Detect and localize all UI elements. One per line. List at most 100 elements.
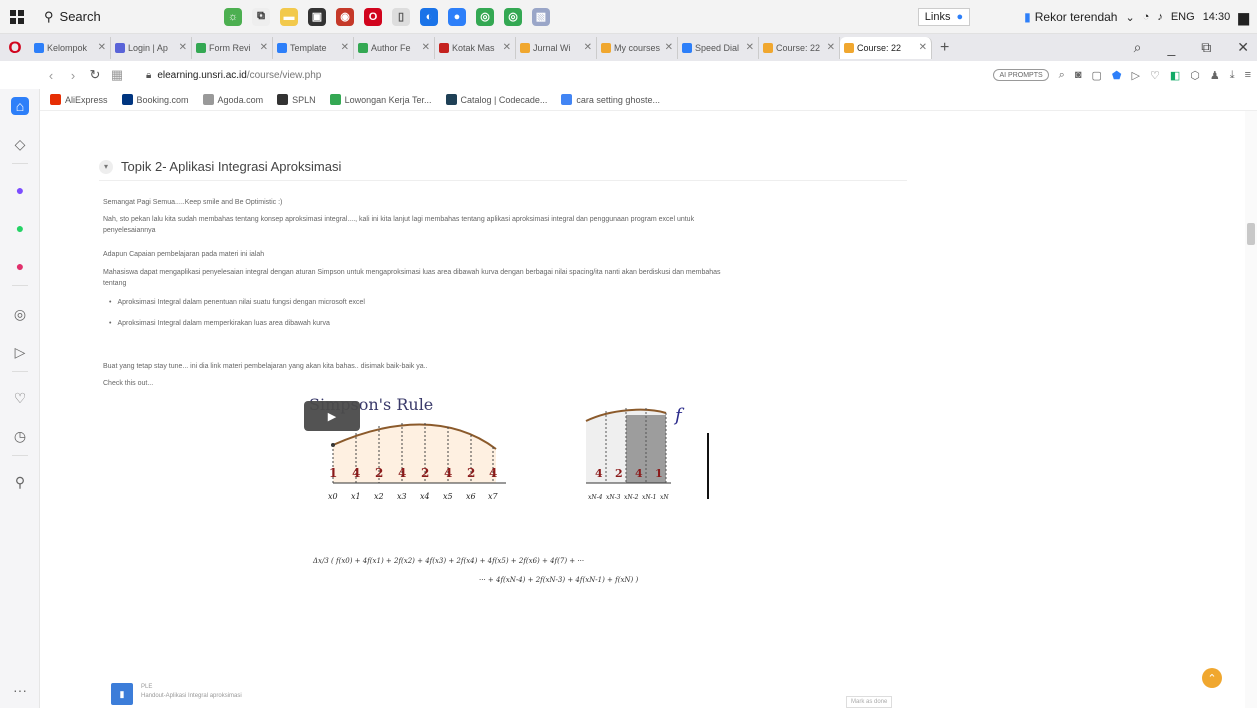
bookmark-favicon-icon: [329, 94, 341, 105]
volume-icon[interactable]: ♪: [1157, 11, 1163, 23]
task-view-icon[interactable]: ⧉: [252, 7, 270, 26]
heart-icon[interactable]: ♡: [11, 389, 29, 407]
history-icon[interactable]: ◷: [11, 427, 29, 445]
tab-search-icon[interactable]: ⌕: [1134, 39, 1142, 56]
notification-icon[interactable]: ▆: [1238, 9, 1249, 26]
taskbar-search[interactable]: ⚲ Search: [38, 4, 188, 30]
snapshot-icon[interactable]: ◙: [1075, 69, 1082, 81]
close-icon[interactable]: ✕: [919, 42, 927, 53]
easy-setup-icon[interactable]: ≡: [1245, 69, 1251, 81]
browser-tab[interactable]: Login | Ap ✕: [111, 36, 192, 59]
close-icon[interactable]: ✕: [746, 42, 754, 53]
bookmark-item[interactable]: Catalog | Codecade...: [445, 94, 547, 105]
flow-icon[interactable]: ▷: [11, 343, 29, 361]
browser-tab[interactable]: Speed Dial ✕: [678, 36, 759, 59]
vpn-shield-icon[interactable]: ⬟: [1112, 69, 1122, 82]
right-graph: f 4 2 4 1 xN-4 xN-3 xN-2 xN-1 xN: [585, 405, 709, 501]
browser-tab[interactable]: Author Fe ✕: [354, 36, 435, 59]
bookmark-item[interactable]: AliExpress: [50, 94, 108, 105]
windows-start-icon[interactable]: [0, 0, 34, 34]
instagram-icon[interactable]: ●: [11, 257, 29, 275]
close-icon[interactable]: ✕: [422, 42, 430, 53]
music-player-icon[interactable]: ◎: [11, 305, 29, 323]
paragraph: tentang: [103, 280, 127, 287]
links-toolbar[interactable]: Links ●: [917, 8, 971, 26]
scroll-thumb[interactable]: [1247, 223, 1255, 245]
file-resource[interactable]: ▮ PLE Handout-Aplikasi Integral aproksim…: [111, 683, 242, 705]
weight-label: 4: [595, 467, 603, 480]
home-icon[interactable]: ⌂: [11, 97, 29, 115]
url-field[interactable]: 🔒︎ elearning.unsri.ac.id/course/view.php: [146, 70, 321, 81]
browser-tab[interactable]: Template ✕: [273, 36, 354, 59]
whatsapp-icon[interactable]: ●: [11, 219, 29, 237]
clock[interactable]: 14:30: [1203, 11, 1231, 23]
mark-as-done-button[interactable]: Mark as done: [846, 696, 893, 708]
close-icon[interactable]: ✕: [665, 42, 673, 53]
network-icon[interactable]: ◔: [1143, 11, 1150, 23]
heart-icon[interactable]: ♡: [1150, 69, 1160, 82]
speed-dial-icon[interactable]: ▦: [106, 67, 128, 83]
vertical-scrollbar[interactable]: [1245, 111, 1257, 708]
edge-icon[interactable]: ◐: [420, 7, 438, 26]
embedded-video[interactable]: Simpson's Rule ▶ 1 4 2 4 2 4 2 4 x0 x1 x…: [301, 387, 711, 597]
snap-icon[interactable]: ⧉: [1201, 39, 1211, 56]
reload-icon[interactable]: ↻: [84, 67, 106, 83]
pin-icon[interactable]: ⚲: [11, 473, 29, 491]
bookmark-item[interactable]: Lowongan Kerja Ter...: [329, 94, 432, 105]
close-icon[interactable]: ✕: [503, 42, 511, 53]
language-indicator[interactable]: ENG: [1171, 11, 1195, 23]
extensions-puzzle-icon[interactable]: ⬡: [1190, 69, 1200, 82]
ai-prompts-button[interactable]: AI PROMPTS: [993, 69, 1049, 81]
chevron-up-icon[interactable]: ⌄: [1125, 11, 1134, 24]
search-icon[interactable]: ⌕: [1059, 69, 1065, 82]
close-icon[interactable]: ✕: [260, 42, 268, 53]
browser-tab[interactable]: Kelompok ✕: [30, 36, 111, 59]
flow-icon[interactable]: ▷: [1131, 69, 1139, 82]
profile-icon[interactable]: ♟: [1210, 69, 1220, 82]
section-title: Topik 2- Aplikasi Integrasi Aproksimasi: [121, 159, 342, 174]
app-icon[interactable]: ☼: [224, 7, 242, 26]
photos-icon[interactable]: ▧: [532, 7, 550, 26]
opera-menu-icon[interactable]: O: [0, 34, 30, 61]
back-icon[interactable]: ‹: [40, 68, 62, 83]
chrome-icon[interactable]: ◉: [336, 7, 354, 26]
weight-label: 4: [398, 466, 406, 480]
browser-tab[interactable]: Kotak Mas ✕: [435, 36, 516, 59]
close-icon[interactable]: ✕: [827, 42, 835, 53]
back-to-top-button[interactable]: ⌃: [1202, 668, 1222, 688]
messenger-icon[interactable]: ●: [11, 181, 29, 199]
opera-icon[interactable]: O: [364, 7, 382, 26]
bookmark-item[interactable]: Agoda.com: [202, 94, 263, 105]
more-icon[interactable]: ···: [11, 681, 29, 699]
store-icon[interactable]: ▣: [308, 7, 326, 26]
wallet-icon[interactable]: ▢: [1092, 69, 1102, 82]
forward-icon[interactable]: ›: [62, 68, 84, 83]
browser-tab[interactable]: Jurnal Wi ✕: [516, 36, 597, 59]
section-header[interactable]: ▾ Topik 2- Aplikasi Integrasi Aproksimas…: [99, 153, 907, 181]
browser-tab[interactable]: Course: 22 ✕: [759, 36, 840, 59]
chrome-profile-2-icon[interactable]: ◎: [504, 7, 522, 26]
close-icon[interactable]: ✕: [179, 42, 187, 53]
bookmark-item[interactable]: cara setting ghoste...: [561, 94, 660, 105]
close-window-icon[interactable]: ✕: [1237, 39, 1249, 56]
app-blue-icon[interactable]: ●: [448, 7, 466, 26]
address-bar: ‹ › ↻ ▦ 🔒︎ elearning.unsri.ac.id/course/…: [40, 61, 1257, 89]
download-icon[interactable]: ⤓: [1230, 69, 1235, 82]
browser-tab[interactable]: My courses ✕: [597, 36, 678, 59]
bookmark-item[interactable]: Booking.com: [121, 94, 189, 105]
bookmark-item[interactable]: SPLN: [277, 94, 316, 105]
notepad-icon[interactable]: ▯: [392, 7, 410, 26]
collapse-icon[interactable]: ▾: [99, 159, 113, 174]
ai-aria-icon[interactable]: ◇: [11, 135, 29, 153]
close-icon[interactable]: ✕: [98, 42, 106, 53]
chrome-profile-icon[interactable]: ◎: [476, 7, 494, 26]
file-explorer-icon[interactable]: ▬: [280, 7, 298, 26]
extension-icon[interactable]: ◧: [1170, 69, 1180, 82]
close-icon[interactable]: ✕: [341, 42, 349, 53]
close-icon[interactable]: ✕: [584, 42, 592, 53]
browser-tab-active[interactable]: Course: 22 ✕: [840, 36, 932, 59]
browser-tab[interactable]: Form Revi ✕: [192, 36, 273, 59]
weather-widget[interactable]: ▮ Rekor terendah: [1024, 10, 1117, 24]
new-tab-button[interactable]: +: [932, 39, 957, 57]
minimize-icon[interactable]: _: [1167, 40, 1175, 56]
